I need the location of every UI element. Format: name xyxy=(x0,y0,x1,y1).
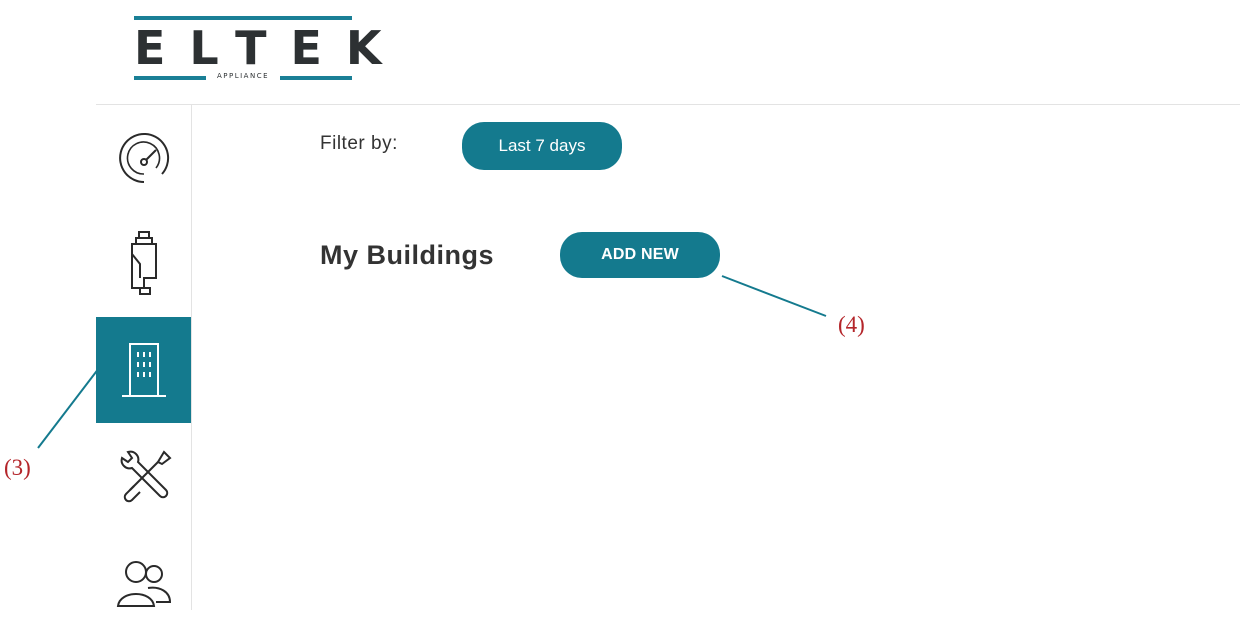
callout-lines xyxy=(37,275,827,449)
callout-label-3: (3) xyxy=(4,455,31,480)
callout-line-4 xyxy=(721,275,827,317)
callout-label-4: (4) xyxy=(838,312,865,337)
callout-line-3 xyxy=(37,367,100,449)
